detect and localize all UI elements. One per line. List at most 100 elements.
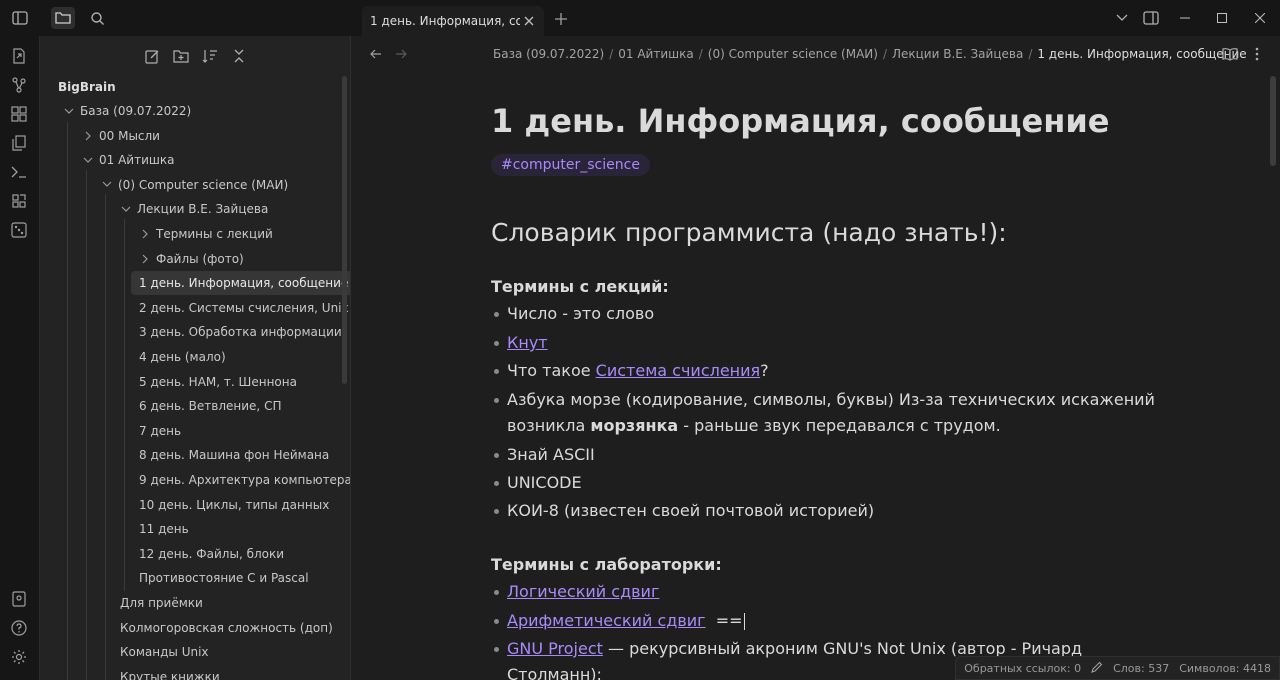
right-sidebar-toggle-icon[interactable] [1141,9,1161,27]
maximize-icon[interactable] [1212,9,1232,27]
quick-switcher-icon[interactable] [9,46,29,66]
canvas-icon[interactable] [9,104,29,124]
edit-pencil-icon[interactable] [1091,661,1103,676]
tree-file-item[interactable]: 11 день [139,517,189,541]
note-content[interactable]: 1 день. Информация, сообщение #computer_… [491,102,1155,680]
tree-item-label: 7 день [139,423,182,438]
vault-switcher-icon[interactable] [9,589,29,609]
breadcrumb-item[interactable]: Лекции В.Е. Зайцева [892,47,1023,61]
editor-scrollbar[interactable] [1270,76,1276,166]
tree-file-item[interactable]: 1 день. Информация, сообщение [131,271,350,296]
sidebar-scrollbar[interactable] [342,76,347,384]
backlinks-count[interactable]: Обратных ссылок: 0 [964,662,1081,675]
tree-file-item[interactable]: 9 день. Архитектура компьютера [139,468,350,492]
tree-file-item[interactable]: 3 день. Обработка информации [139,320,342,344]
list-item: Азбука морзе (кодирование, символы, букв… [491,390,1155,409]
forward-arrow-icon[interactable] [393,46,409,62]
tree-file-item[interactable]: 6 день. Ветвление, СП [139,394,281,418]
reading-view-book-icon[interactable] [1221,45,1239,63]
internal-link[interactable]: Логический сдвиг [507,582,659,601]
copy-files-icon[interactable] [9,133,29,153]
sidebar-header [0,0,351,36]
tree-file-item[interactable]: Противостояние C и Pascal [139,566,309,590]
chevron-down-icon[interactable] [119,202,133,216]
tree-folder-item[interactable]: (0) Computer science (МАИ) [100,173,288,197]
char-count: Символов: 4418 [1179,661,1271,675]
breadcrumb-current[interactable]: 1 день. Информация, сообщение [1037,47,1246,61]
tree-guide-line [86,170,87,680]
graph-view-icon[interactable] [9,75,29,95]
bullet [494,590,499,595]
ribbon [0,36,40,680]
tree-folder-item[interactable]: Файлы (фото) [138,247,244,271]
bullet [494,369,499,374]
more-options-icon[interactable] [1248,45,1266,63]
chevron-down-icon[interactable] [62,104,76,118]
tree-folder-item[interactable]: 00 Мысли [81,124,160,148]
chevron-right-icon[interactable] [138,252,152,266]
chevron-right-icon[interactable] [81,129,95,143]
tree-item-label: Термины с лекций [156,227,273,241]
breadcrumb-item[interactable]: (0) Computer science (МАИ) [708,47,878,61]
bullet [494,341,499,346]
tree-item-label: 01 Айтишка [99,153,175,168]
chevron-right-icon[interactable] [138,227,152,241]
file-explorer-icon[interactable] [51,7,75,29]
section-heading-lab: Термины с лабораторки: [491,555,722,574]
bullet [494,312,499,317]
search-icon[interactable] [85,7,109,29]
tree-file-item[interactable]: 2 день. Системы счисления, Unix [139,296,349,320]
tree-file-item[interactable]: 10 день. Циклы, типы данных [139,493,329,517]
chevron-down-icon[interactable] [81,153,95,167]
terminal-icon[interactable] [9,162,29,182]
tree-file-item[interactable]: Для приёмки [120,591,203,615]
internal-link[interactable]: GNU Project [507,639,603,658]
internal-link[interactable]: Система счисления [596,361,761,380]
new-folder-icon[interactable] [171,46,191,66]
tree-file-item[interactable]: 5 день. НАМ, т. Шеннона [139,370,297,394]
tree-file-item[interactable]: 7 день [139,419,181,443]
tab-list-chevron-down-icon[interactable] [1112,9,1132,27]
breadcrumb-item[interactable]: База (09.07.2022) [493,47,604,61]
tree-item-label: Для приёмки [120,596,203,610]
settings-gear-icon[interactable] [9,647,29,667]
tree-folder-item[interactable]: Термины с лекций [138,222,273,246]
minimize-icon[interactable] [1175,9,1195,27]
tag-pill[interactable]: #computer_science [491,154,650,176]
tree-file-item[interactable]: Колмогоровская сложность (доп) [120,616,333,640]
heading-2: Словарик программиста (надо знать!): [491,218,1007,247]
sidebar-toggle-icon[interactable] [8,7,32,29]
list-item-text: возникла [507,416,591,435]
tree-file-item[interactable]: 12 день. Файлы, блоки [139,542,284,566]
tree-file-item[interactable]: Команды Unix [120,640,209,664]
window-close-icon[interactable] [1250,9,1270,27]
bullet [494,453,499,458]
tree-folder-item[interactable]: База (09.07.2022) [62,99,191,123]
list-item-text: Столманн): [507,665,602,680]
list-item-text: - раньше звук передавался с трудом. [678,416,1001,435]
internal-link[interactable]: Арифметический сдвиг [507,611,706,630]
tree-file-item[interactable]: 4 день (мало) [139,345,226,369]
tree-folder-item[interactable]: Лекции В.Е. Зайцева [119,197,268,221]
internal-link[interactable]: Кнут [507,333,548,352]
tree-item-label: Файлы (фото) [156,251,244,266]
back-arrow-icon[interactable] [368,46,384,62]
chevron-down-icon[interactable] [100,178,114,192]
tab-active-note[interactable]: 1 день. Информация, сообщение [362,6,544,36]
tree-file-item[interactable]: 8 день. Машина фон Неймана [139,443,329,467]
tree-file-item[interactable]: Крутые книжки [120,665,220,680]
bullet [494,398,499,403]
close-icon[interactable] [522,14,536,28]
tree-item-label: 00 Мысли [99,128,160,143]
command-icon[interactable] [9,191,29,211]
new-note-icon[interactable] [142,46,162,66]
collapse-all-icon[interactable] [229,46,249,66]
sort-icon[interactable] [200,46,220,66]
tree-item-label: (0) Computer science (МАИ) [118,177,289,192]
breadcrumb-item[interactable]: 01 Айтишка [618,47,693,61]
new-tab-plus-icon[interactable] [552,10,570,28]
tree-item-label: 2 день. Системы счисления, Unix [139,300,349,315]
help-icon[interactable] [9,618,29,638]
tree-folder-item[interactable]: 01 Айтишка [81,148,174,172]
random-note-dice-icon[interactable] [9,220,29,240]
